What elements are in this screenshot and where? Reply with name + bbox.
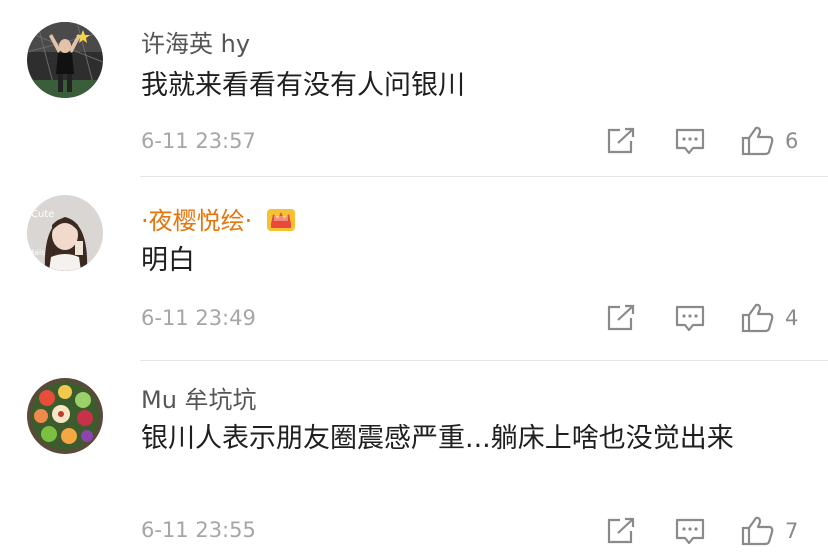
comment-feed: 许海英 hy 我就来看看有没有人问银川 6-11 23:57 6 Cute da… — [0, 0, 828, 557]
like-count: 6 — [785, 129, 799, 153]
timestamp: 6-11 23:55 — [141, 518, 256, 542]
username[interactable]: 许海英 hy — [141, 24, 250, 59]
comment-item: Mu 牟坑坑 银川人表示朋友圈震感严重...躺床上啥也没觉出来 6-11 23:… — [0, 361, 828, 557]
comment-text: 银川人表示朋友圈震感严重...躺床上啥也没觉出来 — [141, 423, 734, 454]
comment-item: Cute daisy ·夜樱悦绘· 明白 6-11 23:49 4 — [0, 177, 828, 360]
comment-text: 明白 — [141, 245, 195, 276]
like-count: 7 — [785, 519, 799, 543]
share-button[interactable] — [606, 304, 636, 332]
timestamp: 6-11 23:57 — [141, 129, 256, 153]
avatar[interactable] — [27, 22, 103, 98]
like-button[interactable]: 7 — [741, 515, 798, 547]
svg-text:Cute: Cute — [31, 209, 54, 220]
crown-icon — [266, 206, 296, 238]
like-button[interactable]: 4 — [741, 302, 798, 334]
share-button[interactable] — [606, 517, 636, 545]
reply-button[interactable] — [674, 517, 706, 547]
share-icon — [607, 127, 635, 154]
thumbs-up-icon — [741, 126, 774, 156]
username-text: ·夜樱悦绘· — [141, 207, 253, 235]
like-button[interactable]: 6 — [741, 125, 798, 157]
comment-item: 许海英 hy 我就来看看有没有人问银川 6-11 23:57 6 — [0, 0, 828, 176]
share-icon — [607, 304, 635, 331]
thumbs-up-icon — [741, 516, 774, 546]
reply-button[interactable] — [674, 304, 706, 334]
like-count: 4 — [785, 306, 799, 330]
avatar[interactable]: Cute daisy — [27, 195, 103, 271]
avatar[interactable] — [27, 378, 103, 454]
share-button[interactable] — [606, 127, 636, 155]
comment-icon — [675, 305, 705, 332]
comment-icon — [675, 518, 705, 545]
timestamp: 6-11 23:49 — [141, 306, 256, 330]
username[interactable]: ·夜樱悦绘· — [141, 201, 296, 238]
share-icon — [607, 517, 635, 544]
comment-icon — [675, 128, 705, 155]
comment-text: 我就来看看有没有人问银川 — [141, 70, 465, 101]
username[interactable]: Mu 牟坑坑 — [141, 380, 257, 415]
reply-button[interactable] — [674, 127, 706, 157]
thumbs-up-icon — [741, 303, 774, 333]
